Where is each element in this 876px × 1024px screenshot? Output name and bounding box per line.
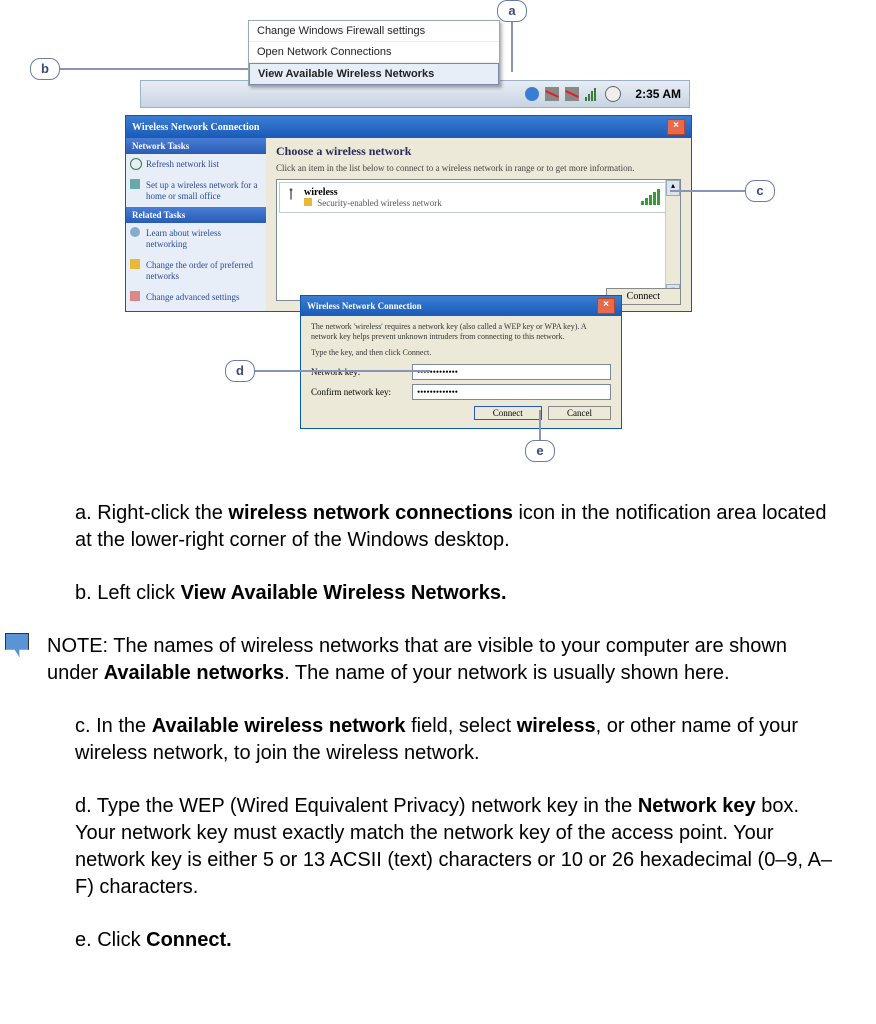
step-d-bold: Network key — [638, 795, 756, 817]
key-desc1: The network 'wireless' requires a networ… — [311, 322, 611, 342]
advanced-label: Change advanced settings — [146, 292, 239, 302]
step-e: e. Click Connect. — [75, 927, 836, 954]
setup-wireless-network[interactable]: Set up a wireless network for a home or … — [126, 175, 266, 207]
close-icon[interactable]: × — [667, 119, 685, 135]
network-off-icon — [545, 87, 559, 101]
instruction-text: a. Right-click the wireless network conn… — [0, 470, 876, 974]
signal-icon — [585, 87, 599, 101]
refresh-network-list[interactable]: Refresh network list — [126, 154, 266, 175]
scroll-up-icon[interactable]: ▴ — [666, 180, 680, 196]
callout-c: c — [745, 180, 775, 202]
change-order[interactable]: Change the order of preferred networks — [126, 255, 266, 287]
network-key-dialog: Wireless Network Connection × The networ… — [300, 295, 622, 429]
wnc-title: Wireless Network Connection — [132, 122, 259, 133]
network-tasks-header: Network Tasks — [126, 138, 266, 154]
wnc-sidebar: Network Tasks Refresh network list Set u… — [126, 138, 266, 311]
step-e-pre: e. Click — [75, 929, 146, 951]
annotated-diagram: a b c d e Change Windows Firewall settin… — [0, 0, 876, 470]
lock-icon — [304, 198, 312, 206]
choose-network-heading: Choose a wireless network — [276, 144, 681, 159]
scrollbar[interactable]: ▴ ▾ — [665, 180, 680, 300]
refresh-label: Refresh network list — [146, 159, 219, 169]
network-key-label: Network key: — [311, 367, 406, 377]
learn-label: Learn about wireless networking — [146, 228, 221, 249]
order-label: Change the order of preferred networks — [146, 260, 253, 281]
wireless-off-icon — [565, 87, 579, 101]
lead-c — [670, 190, 745, 192]
step-c: c. In the Available wireless network fie… — [75, 713, 836, 767]
network-item-wireless[interactable]: wireless Security-enabled wireless netwo… — [279, 182, 678, 213]
choose-network-desc: Click an item in the list below to conne… — [276, 163, 681, 173]
refresh-icon — [130, 158, 142, 170]
tray-clock: 2:35 AM — [635, 87, 681, 101]
note-icon — [5, 633, 29, 657]
change-advanced[interactable]: Change advanced settings — [126, 287, 266, 308]
lead-b — [60, 68, 248, 70]
step-c-pre: c. In the — [75, 715, 152, 737]
step-b: b. Left click View Available Wireless Ne… — [75, 580, 836, 607]
tray-context-menu: Change Windows Firewall settings Open Ne… — [248, 20, 500, 86]
callout-b: b — [30, 58, 60, 80]
note-text: NOTE: The names of wireless networks tha… — [47, 633, 836, 687]
step-a-pre: a. Right-click the — [75, 502, 228, 524]
note-post: . The name of your network is usually sh… — [284, 662, 729, 684]
related-tasks-header: Related Tasks — [126, 207, 266, 223]
confirm-key-label: Confirm network key: — [311, 387, 406, 397]
star-icon — [130, 259, 140, 269]
step-c-mid: field, select — [406, 715, 517, 737]
step-d-pre: d. Type the WEP (Wired Equivalent Privac… — [75, 795, 638, 817]
lead-e — [539, 410, 541, 440]
note: NOTE: The names of wireless networks tha… — [5, 633, 836, 687]
callout-d: d — [225, 360, 255, 382]
gear-icon — [130, 291, 140, 301]
setup-icon — [130, 179, 140, 189]
key-cancel-button[interactable]: Cancel — [548, 406, 611, 420]
network-security-label: Security-enabled wireless network — [304, 198, 671, 208]
menu-item-view-wireless[interactable]: View Available Wireless Networks — [249, 63, 499, 85]
callout-e: e — [525, 440, 555, 462]
confirm-key-input[interactable] — [412, 384, 611, 400]
close-icon[interactable]: × — [597, 298, 615, 314]
step-b-bold: View Available Wireless Networks. — [181, 582, 507, 604]
step-e-bold: Connect. — [146, 929, 232, 951]
key-titlebar: Wireless Network Connection × — [301, 296, 621, 316]
menu-item-network-connections[interactable]: Open Network Connections — [249, 42, 499, 63]
step-a-bold: wireless network connections — [228, 502, 513, 524]
lead-d — [255, 370, 430, 372]
step-c-b1: Available wireless network — [152, 715, 406, 737]
lead-a — [511, 22, 513, 72]
setup-label: Set up a wireless network for a home or … — [146, 180, 257, 201]
key-title: Wireless Network Connection — [307, 301, 422, 311]
note-bold: Available networks — [104, 662, 284, 684]
info-icon — [130, 227, 140, 237]
learn-wireless[interactable]: Learn about wireless networking — [126, 223, 266, 255]
network-name: wireless — [304, 187, 671, 198]
antenna-icon — [284, 187, 298, 201]
menu-item-firewall[interactable]: Change Windows Firewall settings — [249, 21, 499, 42]
callout-a: a — [497, 0, 527, 22]
security-text: Security-enabled wireless network — [317, 198, 441, 208]
key-desc2: Type the key, and then click Connect. — [311, 348, 611, 358]
key-connect-button[interactable]: Connect — [474, 406, 542, 420]
wireless-connection-dialog: Wireless Network Connection × Network Ta… — [125, 115, 692, 312]
clock-icon — [605, 86, 621, 102]
wnc-titlebar: Wireless Network Connection × — [126, 116, 691, 138]
step-c-b2: wireless — [517, 715, 596, 737]
step-b-pre: b. Left click — [75, 582, 181, 604]
step-d: d. Type the WEP (Wired Equivalent Privac… — [75, 793, 836, 901]
network-list: wireless Security-enabled wireless netwo… — [276, 179, 681, 301]
back-icon — [525, 87, 539, 101]
step-a: a. Right-click the wireless network conn… — [75, 500, 836, 554]
network-key-input[interactable] — [412, 364, 611, 380]
wnc-main: Choose a wireless network Click an item … — [266, 138, 691, 311]
